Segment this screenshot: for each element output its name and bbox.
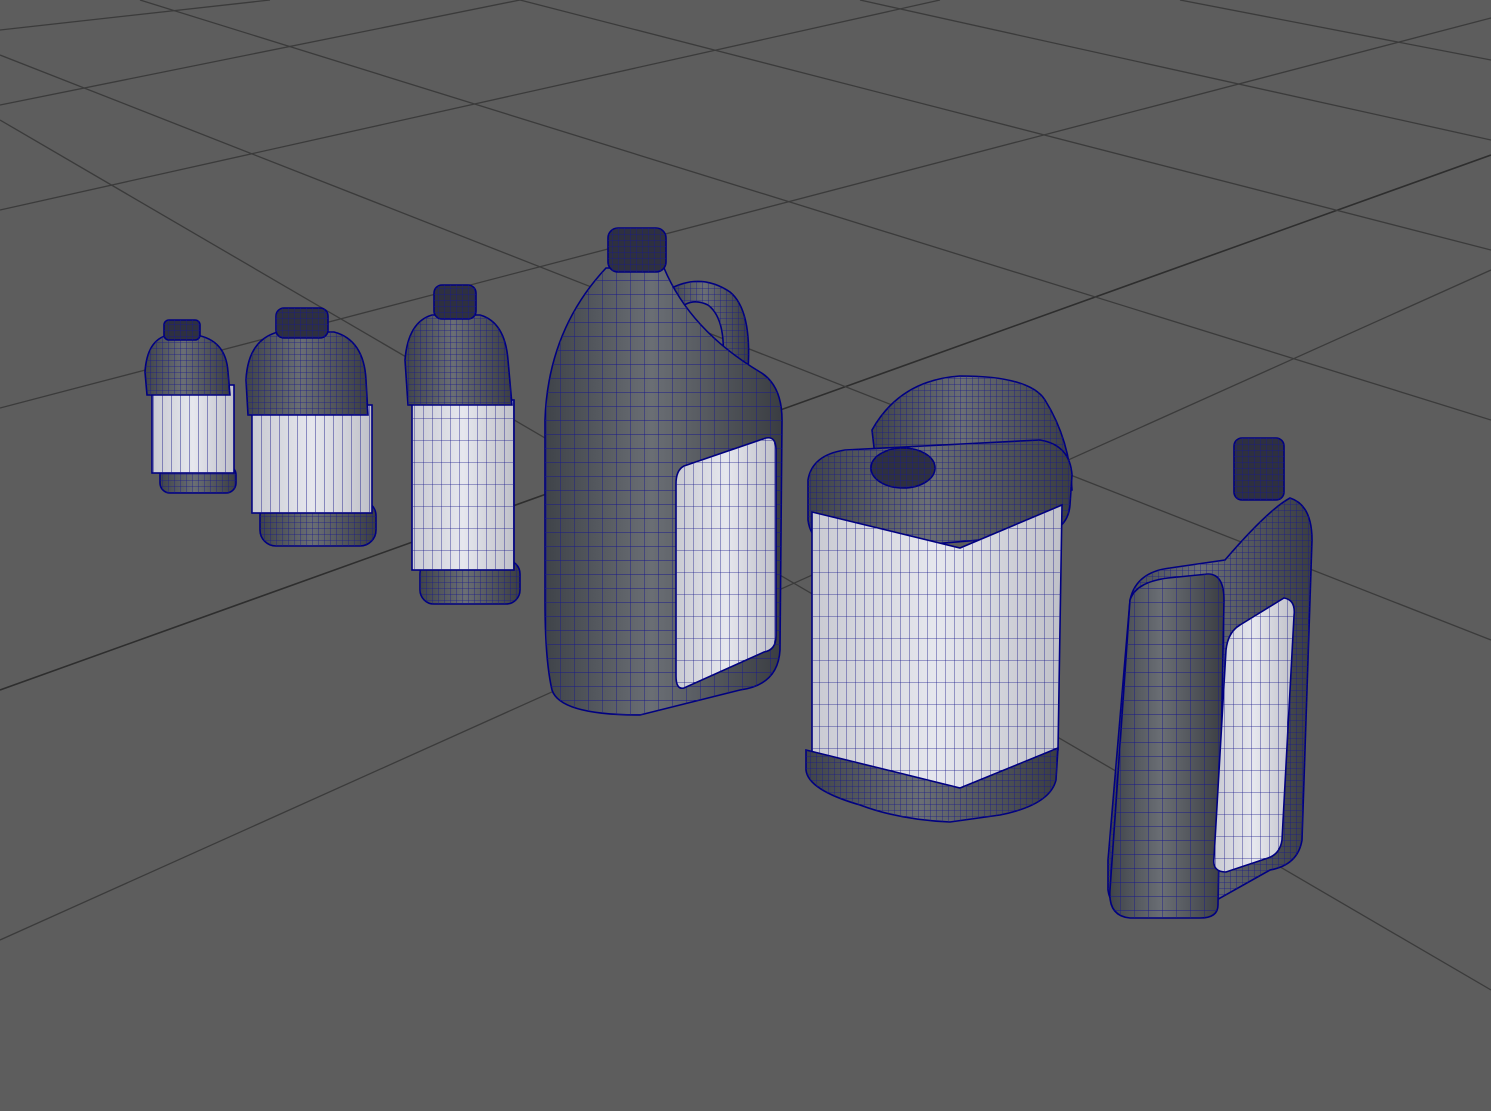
flat-oil-bottle[interactable] [1107, 437, 1313, 919]
small-bottle[interactable] [144, 319, 237, 494]
medium-bottle[interactable] [245, 307, 377, 547]
tall-bottle[interactable] [404, 284, 521, 605]
viewport-canvas[interactable] [0, 0, 1491, 1111]
handle-jug[interactable] [544, 227, 783, 716]
square-canister[interactable] [805, 375, 1073, 823]
3d-viewport[interactable] [0, 0, 1491, 1111]
